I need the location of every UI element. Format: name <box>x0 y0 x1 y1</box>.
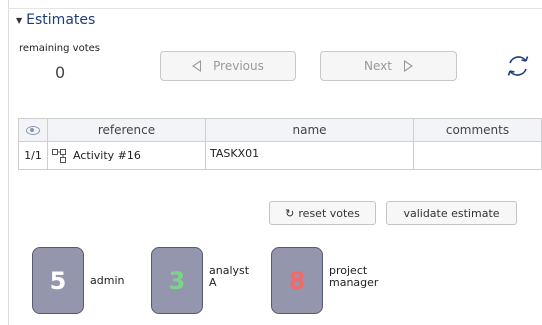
reset-icon: ↻ <box>285 206 295 220</box>
validate-estimate-button[interactable]: validate estimate <box>386 201 517 225</box>
section-title: Estimates <box>26 12 96 28</box>
estimates-section-header[interactable]: ▼ Estimates <box>16 12 95 28</box>
table-row[interactable]: 1/1 Activity #16 TASKX01 <box>18 141 542 170</box>
remaining-votes-label: remaining votes <box>19 43 100 54</box>
vote-card: 5 <box>32 247 84 314</box>
row-index-cell: 1/1 <box>18 141 48 170</box>
vote-score: 8 <box>288 266 306 295</box>
reset-votes-label: reset votes <box>298 206 360 220</box>
comments-cell[interactable] <box>413 141 542 170</box>
estimates-table: reference name comments 1/1 Activity #16… <box>18 118 542 170</box>
arrow-left-icon <box>192 60 202 72</box>
voter-project-manager: 8 project manager <box>271 247 378 314</box>
voter-name-line: manager <box>329 276 379 289</box>
vote-score: 5 <box>49 266 67 295</box>
name-cell[interactable]: TASKX01 <box>205 141 414 170</box>
arrow-right-icon <box>403 60 413 72</box>
refresh-icon[interactable] <box>504 52 532 80</box>
collapse-caret-icon[interactable]: ▼ <box>16 16 22 25</box>
vote-card: 8 <box>271 247 323 314</box>
voter-name-line: A <box>209 276 217 289</box>
panel-divider <box>8 8 542 9</box>
previous-label: Previous <box>213 59 264 73</box>
previous-button[interactable]: Previous <box>160 51 296 81</box>
reference-column-header[interactable]: reference <box>47 118 206 142</box>
vote-card: 3 <box>151 247 203 314</box>
remaining-votes-count: 0 <box>55 63 66 82</box>
visibility-column-header[interactable] <box>18 118 48 142</box>
voter-name: admin <box>90 273 125 287</box>
next-button[interactable]: Next <box>320 51 457 81</box>
voter-name: project manager <box>329 265 378 289</box>
table-header-row: reference name comments <box>18 118 542 142</box>
comments-column-header[interactable]: comments <box>413 118 542 142</box>
activity-icon <box>52 148 66 163</box>
voter-admin: 5 admin <box>32 247 124 314</box>
voter-analyst-a: 3 analyst A <box>151 247 249 314</box>
voter-name: analyst A <box>209 265 249 289</box>
reference-cell[interactable]: Activity #16 <box>47 141 206 170</box>
name-column-header[interactable]: name <box>205 118 414 142</box>
vote-score: 3 <box>168 266 186 295</box>
eye-icon <box>26 126 40 135</box>
reset-votes-button[interactable]: ↻ reset votes <box>269 201 376 225</box>
reference-text: Activity #16 <box>73 149 141 162</box>
next-label: Next <box>364 59 392 73</box>
